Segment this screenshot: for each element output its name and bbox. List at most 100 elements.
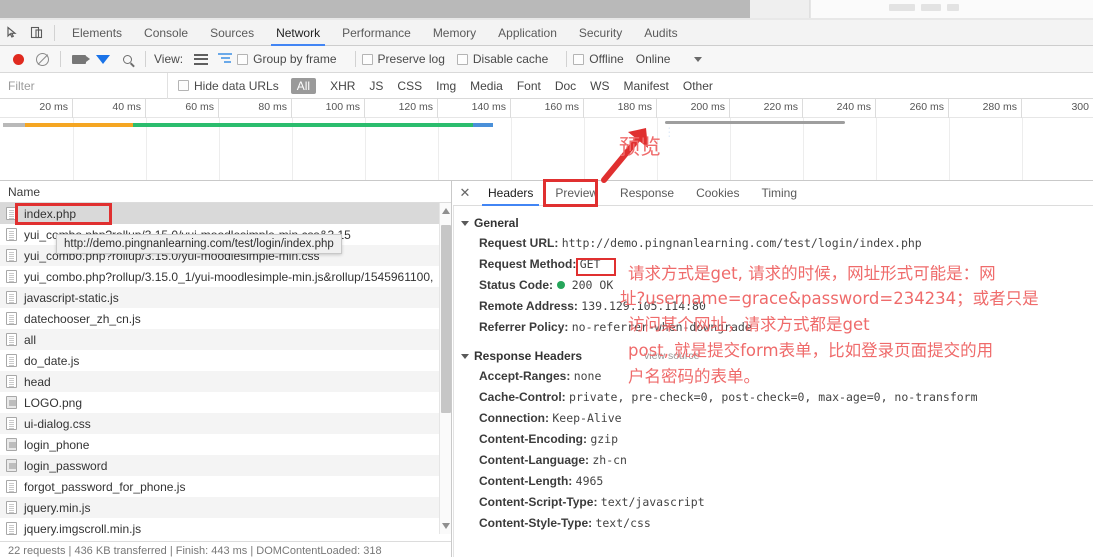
tab-memory[interactable]: Memory xyxy=(422,20,487,46)
header-value: private, pre-check=0, post-check=0, max-… xyxy=(569,390,978,404)
tick-140ms: 140 ms xyxy=(438,99,511,118)
header-row-accept-ranges: Accept-Ranges: none xyxy=(479,367,1093,386)
checkbox-box xyxy=(456,53,468,65)
scroll-up-icon[interactable] xyxy=(442,208,450,214)
status-ok-icon xyxy=(557,281,566,289)
tab-application[interactable]: Application xyxy=(487,20,568,46)
tab-cookies[interactable]: Cookies xyxy=(685,181,750,206)
filter-type-ws[interactable]: WS xyxy=(584,78,615,94)
filter-type-media[interactable]: Media xyxy=(464,78,509,94)
inspect-element-icon[interactable] xyxy=(0,21,24,45)
scroll-down-icon[interactable] xyxy=(442,523,450,529)
filter-type-css[interactable]: CSS xyxy=(391,78,428,94)
request-row[interactable]: jquery.imgscroll.min.js xyxy=(0,518,451,539)
tick-120ms: 120 ms xyxy=(365,99,438,118)
header-value: Keep-Alive xyxy=(552,411,622,425)
request-name: jquery.min.js xyxy=(24,500,91,515)
request-row[interactable]: LOGO.png xyxy=(0,392,451,413)
tab-performance[interactable]: Performance xyxy=(331,20,422,46)
header-key: Content-Script-Type: xyxy=(479,495,598,509)
capture-screenshots-icon[interactable] xyxy=(67,47,91,71)
record-icon[interactable] xyxy=(6,47,30,71)
request-row[interactable]: javascript-static.js xyxy=(0,287,451,308)
request-name: javascript-static.js xyxy=(24,290,119,305)
tick-280ms: 280 ms xyxy=(949,99,1022,118)
offline-label: Offline xyxy=(589,52,624,66)
request-row[interactable]: forgot_password_for_phone.js xyxy=(0,476,451,497)
request-row[interactable]: do_date.js xyxy=(0,350,451,371)
tick-20ms: 20 ms xyxy=(0,99,73,118)
network-overview[interactable]: 20 ms 40 ms 60 ms 80 ms 100 ms 120 ms 14… xyxy=(0,99,1093,181)
tick-200ms: 200 ms xyxy=(657,99,730,118)
request-row-index-php[interactable]: index.php xyxy=(0,203,451,224)
filter-type-other[interactable]: Other xyxy=(677,78,719,94)
file-icon xyxy=(6,417,17,430)
clear-icon[interactable] xyxy=(30,47,54,71)
chevron-down-icon xyxy=(461,221,469,226)
request-row[interactable]: login_password xyxy=(0,455,451,476)
header-key: Accept-Ranges: xyxy=(479,369,571,383)
filter-type-doc[interactable]: Doc xyxy=(549,78,582,94)
filter-icon[interactable] xyxy=(91,47,115,77)
tab-headers[interactable]: Headers xyxy=(477,181,544,206)
devtools-window: Elements Console Sources Network Perform… xyxy=(0,0,1093,557)
header-row-cache-control: Cache-Control: private, pre-check=0, pos… xyxy=(479,388,1093,407)
throttling-select[interactable]: Online xyxy=(636,52,703,66)
file-icon xyxy=(6,312,17,325)
tab-console[interactable]: Console xyxy=(133,20,199,46)
annotation-note-line4: post, 就是提交form表单，比如登录页面提交的用 xyxy=(628,341,994,360)
request-detail-pane: ✕ Headers Preview Response Cookies Timin… xyxy=(453,181,1093,557)
file-icon xyxy=(6,249,17,262)
filter-input[interactable]: Filter xyxy=(0,72,168,99)
filter-type-font[interactable]: Font xyxy=(511,78,547,94)
request-row[interactable]: all xyxy=(0,329,451,350)
image-file-icon xyxy=(6,438,17,451)
tab-audits[interactable]: Audits xyxy=(633,20,688,46)
tab-sources[interactable]: Sources xyxy=(199,20,265,46)
tab-timing[interactable]: Timing xyxy=(750,181,808,206)
header-key: Content-Length: xyxy=(479,474,573,488)
group-by-frame-checkbox[interactable]: Group by frame xyxy=(237,52,337,66)
tick-160ms: 160 ms xyxy=(511,99,584,118)
tab-network[interactable]: Network xyxy=(265,20,331,46)
tab-elements[interactable]: Elements xyxy=(61,20,133,46)
request-row[interactable]: login_phone xyxy=(0,434,451,455)
tab-response[interactable]: Response xyxy=(609,181,685,206)
filter-type-xhr[interactable]: XHR xyxy=(324,78,361,94)
device-toolbar-icon[interactable] xyxy=(24,21,48,45)
close-icon[interactable]: ✕ xyxy=(453,181,477,206)
overview-bar-finish xyxy=(473,123,493,127)
waterfall-view-icon[interactable] xyxy=(213,47,237,71)
general-section-header[interactable]: General xyxy=(461,216,1093,230)
preserve-log-checkbox[interactable]: Preserve log xyxy=(361,52,445,66)
offline-checkbox[interactable]: Offline xyxy=(573,52,624,66)
filter-type-manifest[interactable]: Manifest xyxy=(618,78,675,94)
request-row[interactable]: jquery.min.js xyxy=(0,497,451,518)
request-row[interactable]: head xyxy=(0,371,451,392)
tab-preview[interactable]: Preview xyxy=(544,181,609,206)
tick-100ms: 100 ms xyxy=(292,99,365,118)
header-key: Request URL: xyxy=(479,236,559,250)
response-headers-title: Response Headers xyxy=(474,349,583,363)
tab-security[interactable]: Security xyxy=(568,20,633,46)
request-row[interactable]: yui_combo.php?rollup/3.15.0_1/yui-moodle… xyxy=(0,266,451,287)
filter-type-img[interactable]: Img xyxy=(430,78,462,94)
request-list-scrollbar[interactable] xyxy=(439,203,451,534)
disable-cache-checkbox[interactable]: Disable cache xyxy=(456,52,548,66)
overview-selection-handle[interactable] xyxy=(665,121,845,124)
filter-type-js[interactable]: JS xyxy=(363,78,389,94)
request-row[interactable]: datechooser_zh_cn.js xyxy=(0,308,451,329)
header-value: zh-cn xyxy=(592,453,627,467)
scrollbar-thumb[interactable] xyxy=(441,225,451,413)
file-icon xyxy=(6,333,17,346)
column-header-name[interactable]: Name xyxy=(0,181,451,203)
request-name: all xyxy=(24,332,37,347)
search-icon[interactable] xyxy=(115,47,139,71)
list-view-icon[interactable] xyxy=(189,47,213,71)
hide-data-urls-checkbox[interactable]: Hide data URLs xyxy=(178,79,279,93)
placeholder-text-2 xyxy=(921,4,941,11)
request-row[interactable]: ui-dialog.css xyxy=(0,413,451,434)
filter-type-all[interactable]: All xyxy=(290,77,317,94)
request-name: login_password xyxy=(24,458,108,473)
tick-40ms: 40 ms xyxy=(73,99,146,118)
